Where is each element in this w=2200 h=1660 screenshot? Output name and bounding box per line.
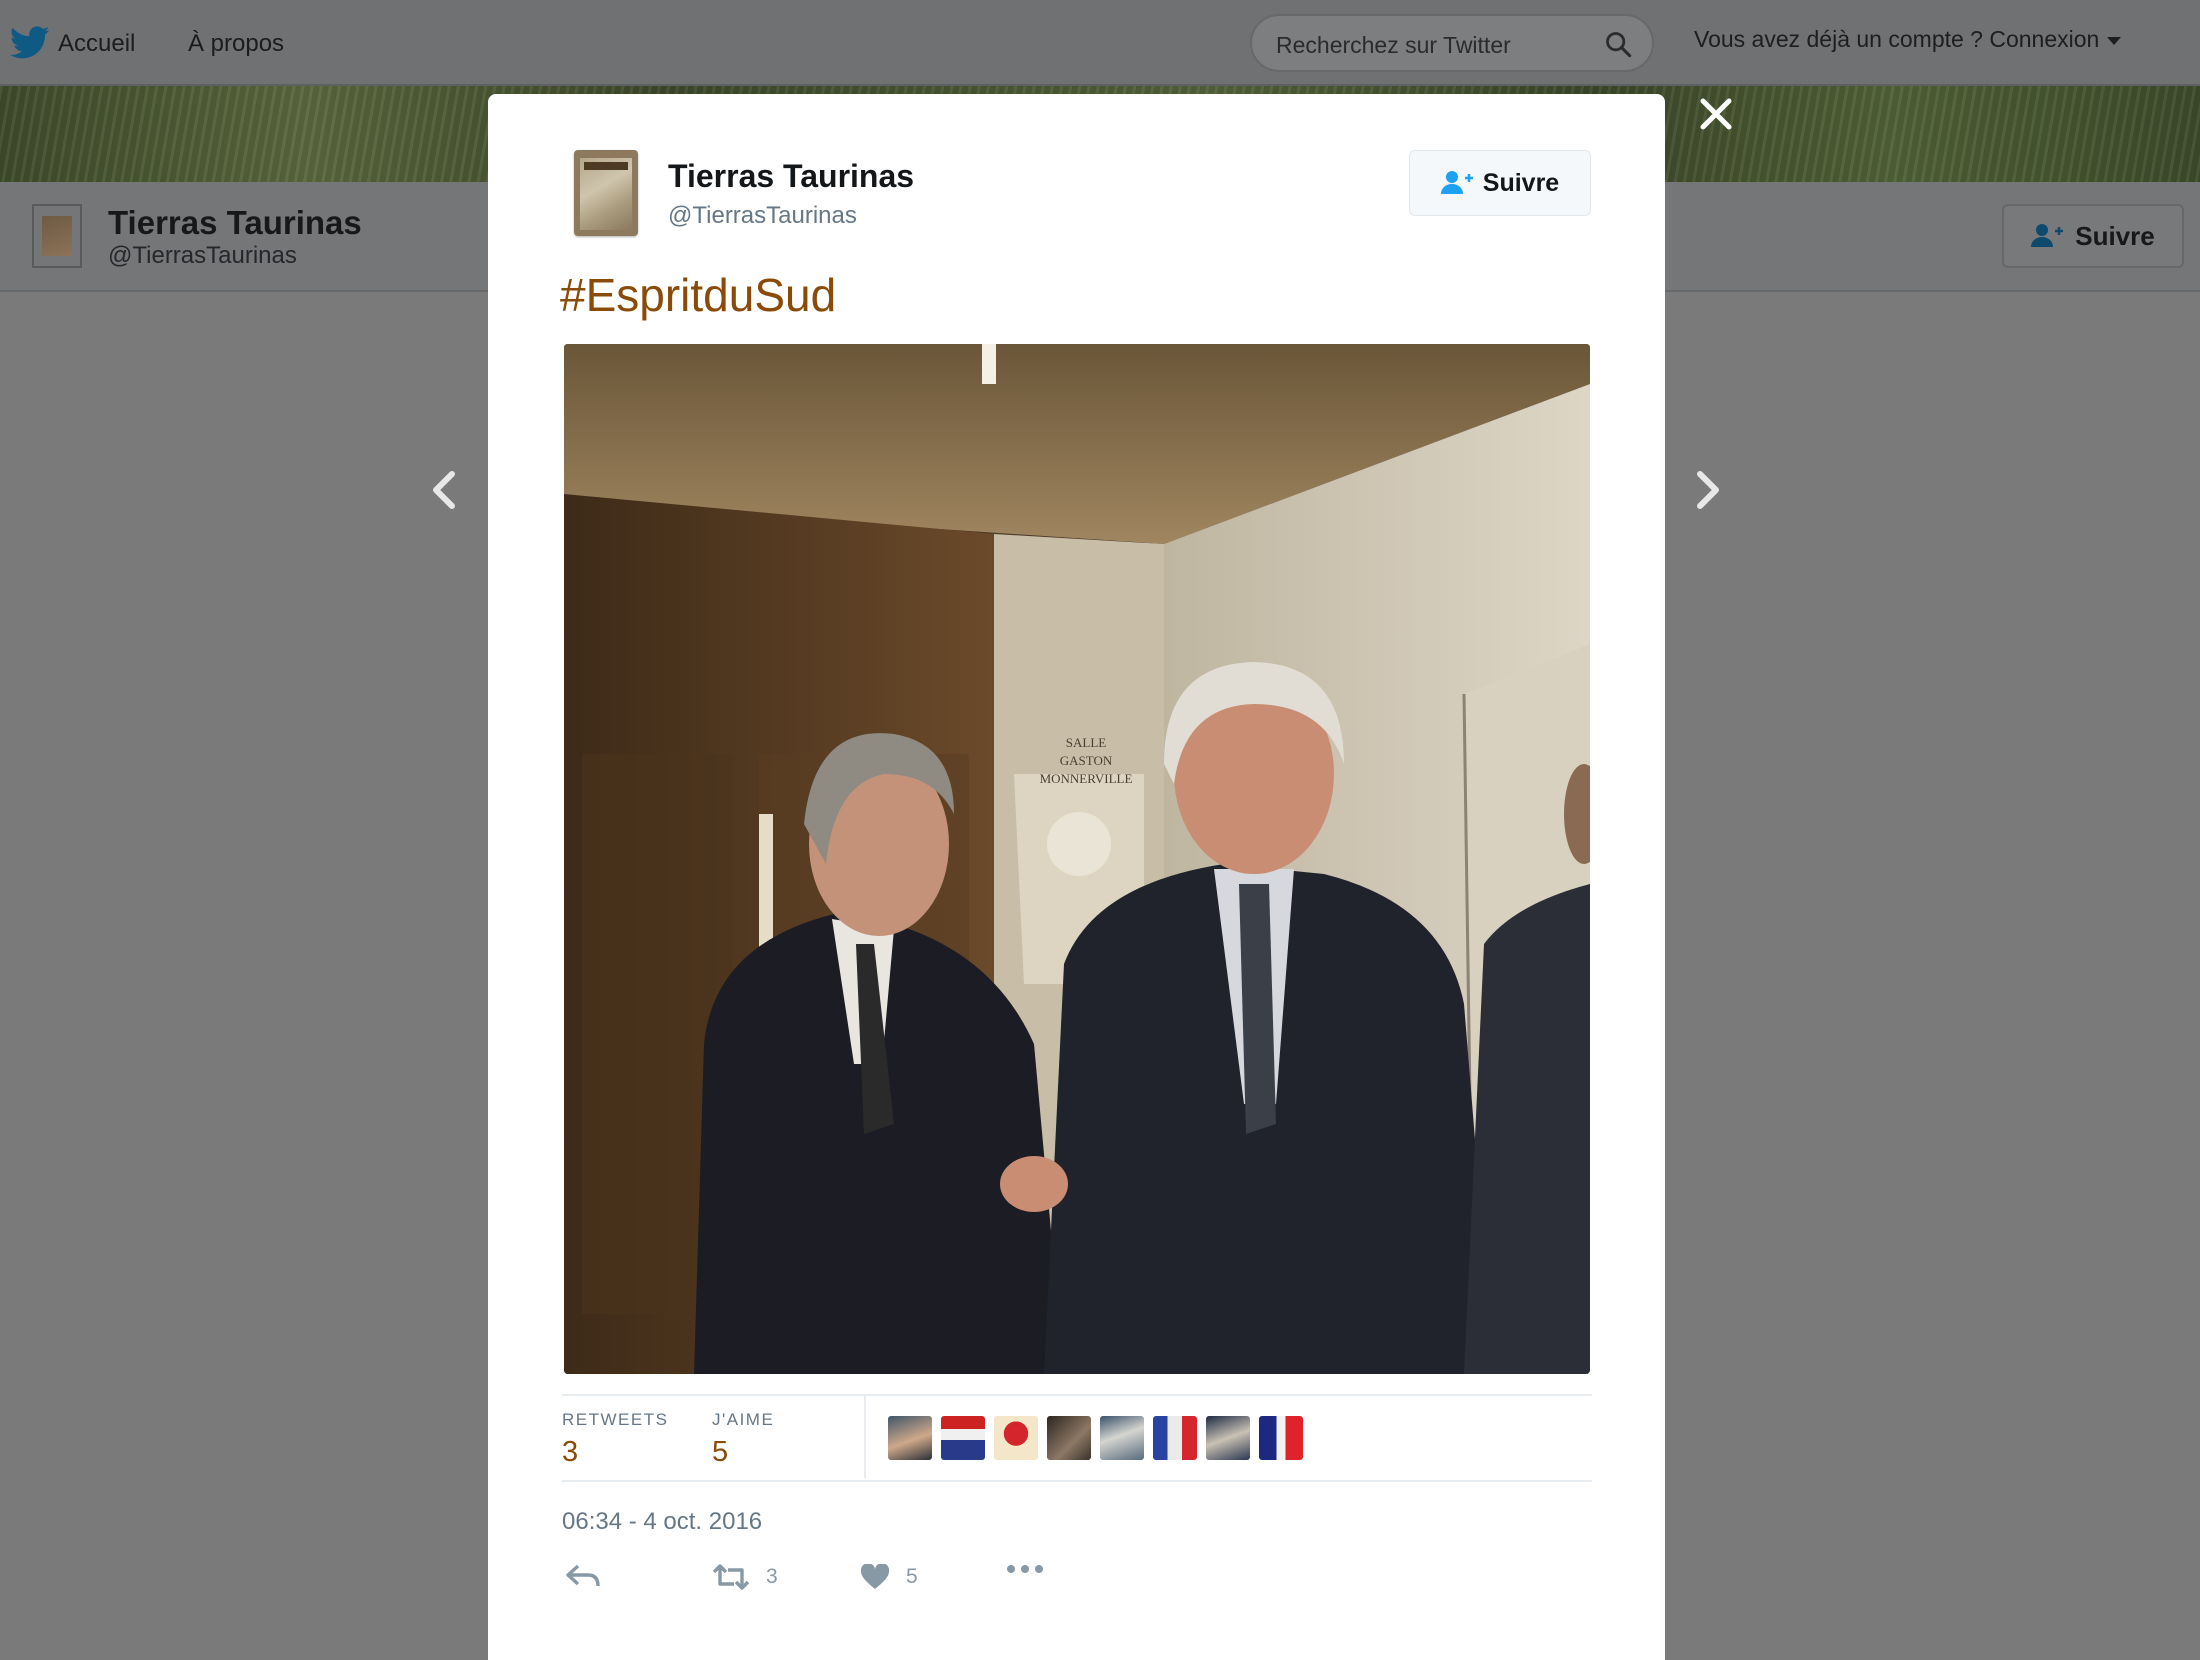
nav-about-link[interactable]: À propos xyxy=(188,30,284,58)
photo-plaque-line-3: MONNERVILLE xyxy=(1040,771,1133,786)
liker-avatar[interactable] xyxy=(888,1416,932,1460)
close-icon[interactable] xyxy=(1698,96,1734,132)
tweet-author-avatar[interactable] xyxy=(574,150,638,236)
liker-avatar[interactable] xyxy=(1153,1416,1197,1460)
stats-top-divider xyxy=(562,1394,1592,1396)
likes-label: J'AIME xyxy=(712,1410,775,1429)
stats-bottom-divider xyxy=(562,1480,1592,1482)
avatar-book-title-strip xyxy=(584,162,628,170)
chevron-right-icon[interactable] xyxy=(1688,468,1728,512)
liker-avatar[interactable] xyxy=(1047,1416,1091,1460)
retweets-stat[interactable]: RETWEETS 3 xyxy=(562,1410,668,1469)
login-dropdown[interactable]: Vous avez déjà un compte ? Connexion xyxy=(1694,26,2122,53)
tweet-author-handle[interactable]: @TierrasTaurinas xyxy=(668,202,857,230)
like-action-count: 5 xyxy=(906,1565,918,1588)
tweet-photo[interactable]: SALLE GASTON MONNERVILLE xyxy=(564,344,1590,1374)
search-box xyxy=(1250,14,1654,72)
retweet-button[interactable]: 3 xyxy=(712,1564,778,1590)
chevron-left-icon[interactable] xyxy=(424,468,464,512)
profile-handle: @TierrasTaurinas xyxy=(108,242,297,269)
like-button[interactable]: 5 xyxy=(860,1564,918,1590)
retweets-count: 3 xyxy=(562,1436,579,1468)
retweet-action-count: 3 xyxy=(766,1565,778,1588)
top-navigation-bar: Accueil À propos Vous avez déjà un compt… xyxy=(0,0,2200,86)
retweets-label: RETWEETS xyxy=(562,1410,669,1429)
follow-user-icon xyxy=(2031,224,2064,247)
tweet-hashtag-link[interactable]: #EspritduSud xyxy=(560,268,836,322)
caret-down-icon xyxy=(2107,37,2122,45)
stats-vertical-divider xyxy=(864,1394,866,1478)
tweet-photo-illustration: SALLE GASTON MONNERVILLE xyxy=(564,344,1590,1374)
tweet-follow-label: Suivre xyxy=(1482,168,1560,197)
heart-icon xyxy=(860,1564,890,1589)
more-icon xyxy=(1007,1565,1043,1573)
likes-stat[interactable]: J'AIME 5 xyxy=(712,1410,774,1469)
twitter-bird-icon[interactable] xyxy=(10,26,50,60)
liker-avatar[interactable] xyxy=(1206,1416,1250,1460)
nav-about-label: À propos xyxy=(188,30,285,57)
tweet-timestamp[interactable]: 06:34 - 4 oct. 2016 xyxy=(562,1508,762,1536)
likes-count: 5 xyxy=(712,1436,729,1468)
tweet-author-name[interactable]: Tierras Taurinas xyxy=(668,158,914,195)
photo-plaque-line-1: SALLE xyxy=(1066,735,1107,750)
liker-avatar[interactable] xyxy=(941,1416,985,1460)
photo-plaque-line-2: GASTON xyxy=(1060,753,1113,768)
profile-avatar[interactable] xyxy=(32,204,82,268)
login-label: Vous avez déjà un compte ? Connexion xyxy=(1694,26,2100,52)
liker-avatar[interactable] xyxy=(1259,1416,1303,1460)
follow-user-icon xyxy=(1440,171,1473,194)
profile-follow-label: Suivre xyxy=(2075,220,2155,251)
nav-home-link[interactable]: Accueil xyxy=(58,30,135,58)
profile-follow-button[interactable]: Suivre xyxy=(2002,204,2184,268)
tweet-modal: Tierras Taurinas @TierrasTaurinas Suivre… xyxy=(488,94,1665,1660)
tweet-follow-button[interactable]: Suivre xyxy=(1409,150,1591,216)
profile-name[interactable]: Tierras Taurinas xyxy=(108,204,362,242)
reply-icon xyxy=(566,1564,600,1587)
liker-avatar[interactable] xyxy=(994,1416,1038,1460)
liker-avatar[interactable] xyxy=(1100,1416,1144,1460)
search-input[interactable] xyxy=(1274,28,1608,62)
reply-button[interactable] xyxy=(566,1564,600,1588)
retweet-icon xyxy=(712,1564,750,1590)
more-button[interactable] xyxy=(1006,1564,1044,1574)
nav-home-label: Accueil xyxy=(58,30,136,57)
search-icon[interactable] xyxy=(1604,30,1632,58)
